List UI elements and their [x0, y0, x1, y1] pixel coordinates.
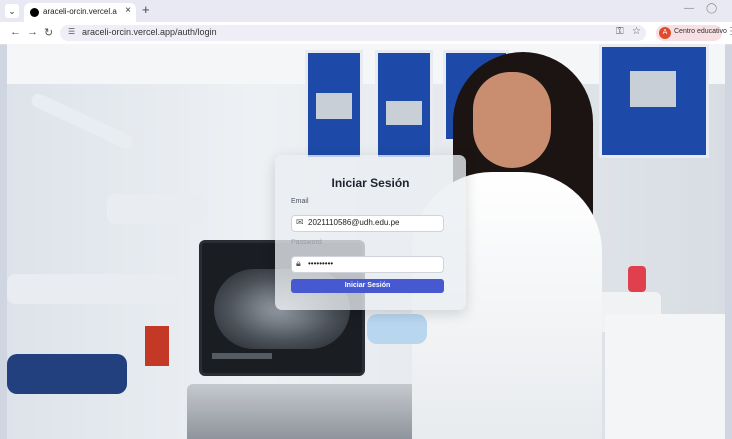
- site-favicon-icon: [30, 8, 39, 17]
- arrow-left-icon[interactable]: ←: [10, 26, 21, 38]
- key-icon[interactable]: ⚿: [616, 26, 624, 37]
- tune-icon[interactable]: ☰: [68, 27, 75, 36]
- page-viewport: Iniciar Sesión Email ✉ 2021110586@udh.ed…: [7, 44, 725, 439]
- url-text: araceli-orcin.vercel.app/auth/login: [82, 27, 217, 37]
- profile-chip[interactable]: A Centro educativo: [656, 25, 727, 41]
- more-menu-icon[interactable]: ⋮: [726, 26, 732, 37]
- tab-title: araceli-orcin.vercel.app/auth/lo: [43, 7, 117, 16]
- wall-poster: [375, 50, 433, 160]
- password-field[interactable]: 🔒︎ •••••••••: [291, 256, 444, 273]
- reload-icon[interactable]: ↻: [44, 26, 53, 39]
- tab-strip: ⌄ araceli-orcin.vercel.app/auth/lo × + —…: [0, 0, 732, 22]
- profile-name: Centro educativo: [674, 28, 727, 35]
- glove: [367, 314, 427, 344]
- address-bar: ← → ↻ ☰ araceli-orcin.vercel.app/auth/lo…: [0, 22, 732, 45]
- wall-poster: [599, 44, 709, 158]
- chevron-down-icon[interactable]: ⌄: [5, 4, 19, 18]
- login-button[interactable]: Iniciar Sesión: [291, 279, 444, 293]
- dental-arm: [7, 274, 177, 304]
- browser-tab[interactable]: araceli-orcin.vercel.app/auth/lo ×: [24, 3, 136, 22]
- minimize-icon[interactable]: —: [684, 3, 694, 14]
- page-title: Iniciar Sesión: [331, 176, 410, 190]
- dental-chair: [7, 354, 127, 394]
- waste-bin: [145, 326, 169, 366]
- dental-lamp: [29, 91, 135, 151]
- poster-photo: [630, 71, 676, 107]
- new-tab-button[interactable]: +: [142, 2, 150, 17]
- email-label: Email: [291, 198, 309, 205]
- xray-caption: [212, 353, 272, 359]
- person-face: [473, 72, 551, 168]
- poster-photo: [386, 101, 422, 125]
- cabinet: [605, 314, 725, 439]
- url-bar[interactable]: ☰ araceli-orcin.vercel.app/auth/login ⚿ …: [60, 25, 646, 41]
- password-label: Password: [291, 239, 322, 246]
- login-card: Iniciar Sesión Email ✉ 2021110586@udh.ed…: [275, 155, 466, 310]
- close-icon[interactable]: ×: [125, 5, 131, 16]
- soap-dispenser: [628, 266, 646, 292]
- star-icon[interactable]: ☆: [632, 26, 641, 37]
- restore-icon[interactable]: ◯: [706, 3, 717, 14]
- email-value: 2021110586@udh.edu.pe: [308, 218, 400, 227]
- wall-poster: [305, 50, 363, 160]
- dental-lamp: [107, 194, 207, 224]
- arrow-right-icon[interactable]: →: [27, 26, 38, 38]
- envelope-icon: ✉: [296, 217, 304, 227]
- password-value: •••••••••: [308, 259, 334, 268]
- avatar: A: [659, 27, 671, 39]
- lock-icon: 🔒︎: [296, 258, 301, 268]
- poster-photo: [316, 93, 352, 119]
- email-field[interactable]: ✉ 2021110586@udh.edu.pe: [291, 215, 444, 232]
